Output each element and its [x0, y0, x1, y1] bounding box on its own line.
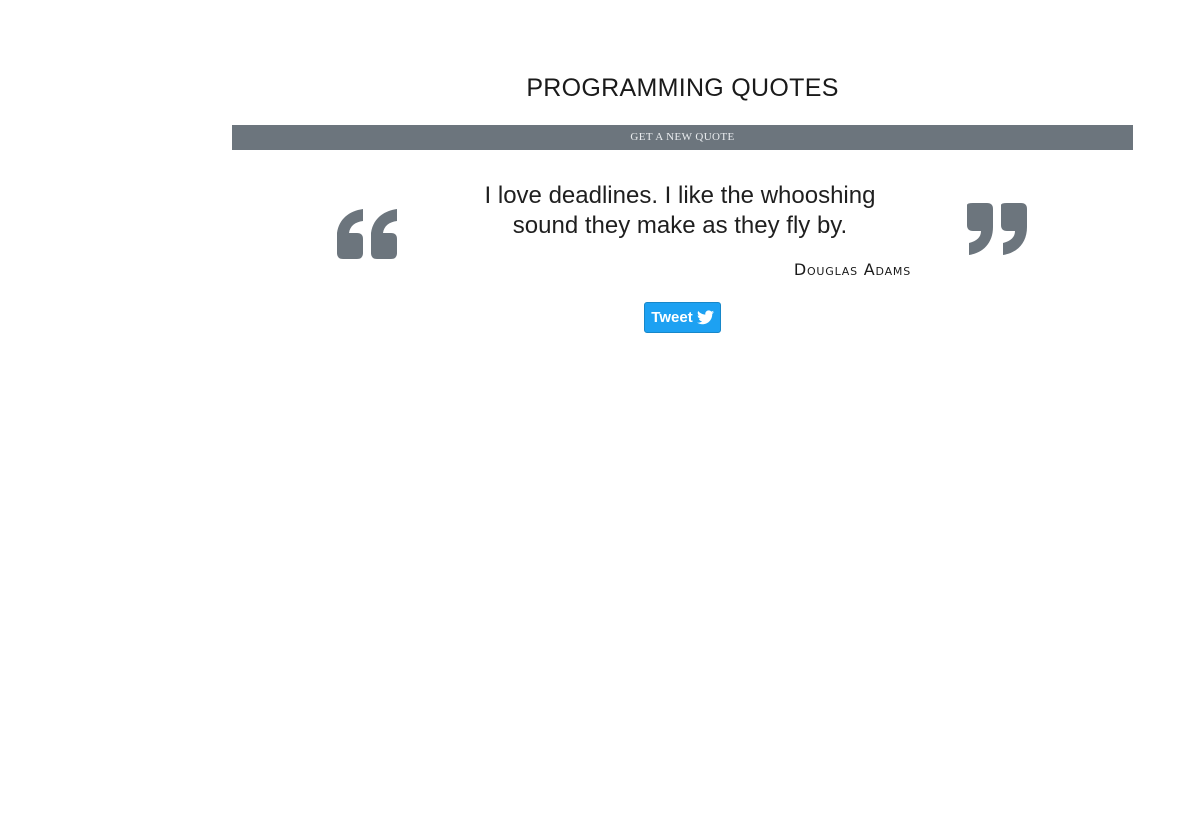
quote-text: I love deadlines. I like the whooshing s…	[484, 182, 876, 239]
tweet-button[interactable]: Tweet	[644, 302, 721, 333]
quote-left-icon	[337, 209, 397, 259]
quote-right-icon	[967, 203, 1027, 255]
quote-author: Douglas Adams	[793, 260, 911, 279]
twitter-icon	[696, 310, 714, 325]
new-quote-button[interactable]: GET A NEW QUOTE	[232, 125, 1133, 150]
tweet-label: Tweet	[651, 309, 693, 326]
page: PROGRAMMING QUOTES GET A NEW QUOTE I lov…	[0, 0, 1200, 819]
page-title: PROGRAMMING QUOTES	[526, 74, 839, 102]
